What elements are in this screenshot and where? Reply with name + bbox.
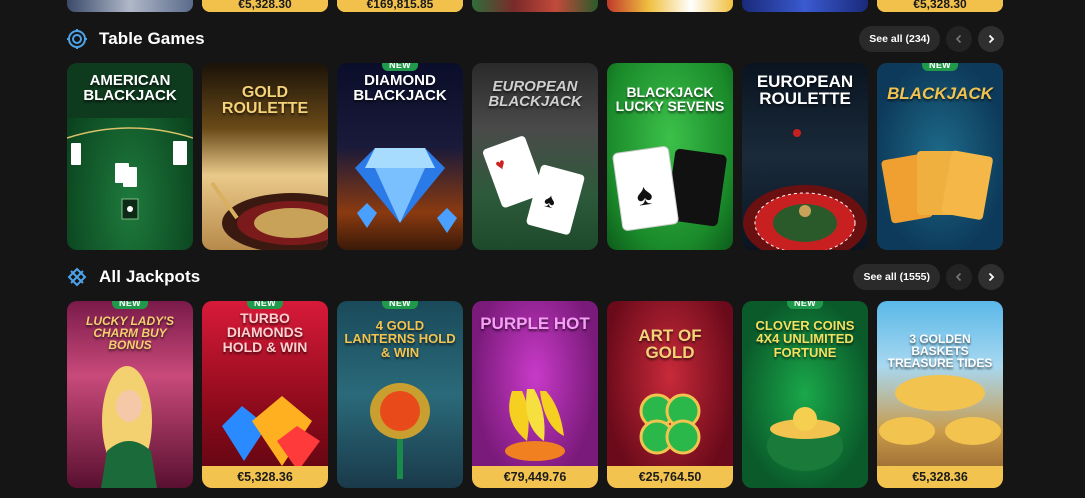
game-tile[interactable]: 3 Golden Baskets Treasure Tides €5,328.3…: [877, 301, 1003, 488]
chevron-left-icon: [955, 272, 962, 282]
game-tile[interactable]: Purple Hot €79,449.76: [472, 301, 598, 488]
game-tile[interactable]: [472, 0, 598, 12]
game-tile[interactable]: [607, 0, 733, 12]
new-badge: NEW: [382, 63, 418, 71]
new-badge: NEW: [112, 301, 148, 309]
previous-row-tiles: €5,328.30 €169,815.85 €5,328.30: [67, 0, 1003, 12]
game-title: American Blackjack: [83, 72, 177, 105]
jackpot-amount: €25,764.50: [607, 466, 733, 488]
scroll-left-button[interactable]: [946, 26, 972, 52]
section-title: Table Games: [99, 29, 205, 48]
section-header: All Jackpots: [67, 262, 200, 292]
game-title: Art of Gold: [638, 326, 702, 363]
game-tile[interactable]: €5,328.30: [877, 0, 1003, 12]
jackpot-amount: €5,328.36: [877, 466, 1003, 488]
see-all-button[interactable]: See all (234): [859, 26, 940, 52]
jackpot-amount: €79,449.76: [472, 466, 598, 488]
section-title: All Jackpots: [99, 267, 201, 286]
jackpot-amount: €169,815.85: [337, 0, 463, 12]
new-badge: NEW: [922, 63, 958, 71]
jackpot-amount: €5,328.30: [877, 0, 1003, 12]
game-title: 3 Golden Baskets Treasure Tides: [887, 332, 993, 371]
game-title: Gold Roulette: [221, 84, 309, 118]
game-tile[interactable]: [742, 0, 868, 12]
chevron-left-icon: [955, 34, 962, 44]
game-title: Diamond Blackjack: [353, 72, 447, 105]
game-tile[interactable]: NEW Lucky Lady's Charm Buy Bonus: [67, 301, 193, 488]
game-title: BlackJack: [887, 84, 993, 103]
table-games-carousel: American Blackjack Gold Roulette NEW: [67, 63, 1003, 250]
game-title: European Roulette: [756, 72, 854, 109]
see-all-button[interactable]: See all (1555): [853, 264, 940, 290]
scroll-right-button[interactable]: [978, 264, 1004, 290]
new-badge: NEW: [247, 301, 283, 309]
new-badge: NEW: [787, 301, 823, 309]
scroll-left-button[interactable]: [946, 264, 972, 290]
game-title: 4 Gold Lanterns Hold & Win: [344, 318, 456, 360]
game-title: Blackjack Lucky Sevens: [615, 84, 725, 115]
chevron-right-icon: [988, 272, 995, 282]
game-tile[interactable]: [67, 0, 193, 12]
game-tile[interactable]: NEW BlackJack: [877, 63, 1003, 250]
section-controls: See all (234): [859, 26, 1004, 52]
game-tile[interactable]: NEW Turbo Diamonds Hold & Win €5,328.36: [202, 301, 328, 488]
jackpots-carousel: NEW Lucky Lady's Charm Buy Bonus NEW Tur…: [67, 301, 1003, 488]
game-title: European Blackjack: [488, 78, 582, 111]
jackpot-amount: €5,328.30: [202, 0, 328, 12]
game-tile[interactable]: Art of Gold €25,764.50: [607, 301, 733, 488]
game-title: Clover Coins 4x4 Unlimited Fortune: [755, 318, 855, 360]
cross-diamond-icon: [67, 267, 87, 287]
game-tile[interactable]: NEW Diamond Blackjack: [337, 63, 463, 250]
game-tile[interactable]: NEW 4 Gold Lanterns Hold & Win: [337, 301, 463, 488]
game-title: Lucky Lady's Charm Buy Bonus: [86, 314, 174, 353]
game-tile[interactable]: NEW Clover Coins 4x4 Unlimited Fortune: [742, 301, 868, 488]
game-title: Turbo Diamonds Hold & Win: [222, 310, 308, 355]
scroll-right-button[interactable]: [978, 26, 1004, 52]
game-tile[interactable]: ♥ ♠ European Blackjack: [472, 63, 598, 250]
game-tile[interactable]: American Blackjack: [67, 63, 193, 250]
jackpot-amount: €5,328.36: [202, 466, 328, 488]
game-tile[interactable]: €169,815.85: [337, 0, 463, 12]
section-header: Table Games: [67, 24, 205, 54]
new-badge: NEW: [382, 301, 418, 309]
game-tile[interactable]: European Roulette: [742, 63, 868, 250]
game-title: Purple Hot: [480, 314, 590, 333]
game-tile[interactable]: ♠ Blackjack Lucky Sevens: [607, 63, 733, 250]
target-icon: [67, 29, 87, 49]
section-controls: See all (1555): [853, 264, 1004, 290]
chevron-right-icon: [988, 34, 995, 44]
game-tile[interactable]: €5,328.30: [202, 0, 328, 12]
game-tile[interactable]: Gold Roulette: [202, 63, 328, 250]
